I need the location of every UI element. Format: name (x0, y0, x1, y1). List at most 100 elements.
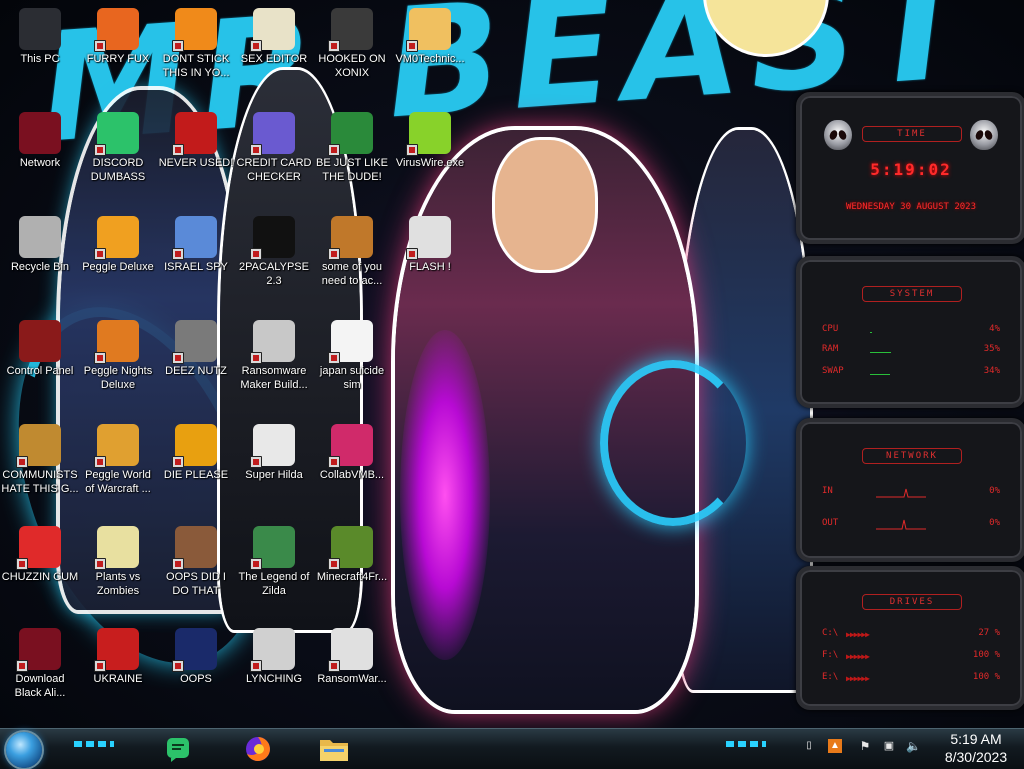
desktop-icon-label: VirusWire.exe (395, 157, 465, 169)
portrait-icon (172, 526, 217, 570)
desktop-icon[interactable]: This PC (0, 2, 80, 97)
desktop-icon[interactable]: CollabVMB... (312, 418, 392, 513)
desktop-icon-label: LYNCHING (245, 673, 303, 685)
beaver-icon (328, 216, 373, 260)
taskbar-clock[interactable]: 5:19 AM 8/30/2023 (936, 730, 1016, 766)
wallpaper-magic-glow (400, 330, 490, 660)
drive-letter: E:\ (822, 672, 839, 682)
shortcut-arrow-icon (94, 660, 106, 672)
desktop-icon[interactable]: VirusWire.exe (390, 106, 470, 201)
credit-card-icon (250, 112, 295, 156)
shortcut-arrow-icon (94, 248, 106, 260)
shortcut-arrow-icon (406, 40, 418, 52)
desktop-icon[interactable]: Network (0, 106, 80, 201)
volume-icon[interactable]: 🔈 (906, 739, 921, 753)
system-row-label: RAM (822, 344, 839, 354)
taskbar-date: 8/30/2023 (944, 749, 1008, 765)
desktop-icon[interactable]: FLASH ! (390, 210, 470, 305)
desktop-icon[interactable]: Peggle Deluxe (78, 210, 158, 305)
shortcut-arrow-icon (172, 352, 184, 364)
system-row-value: 34% (983, 366, 1000, 376)
green-chat-icon (94, 112, 139, 156)
network-icon[interactable]: ▣ (882, 739, 896, 753)
desktop-icon[interactable]: 2PACALYPSE 2.3 (234, 210, 314, 305)
desktop-icon[interactable]: CHUZZIN CUM (0, 520, 80, 615)
desktop-icon[interactable]: DONT STICK THIS IN YO... (156, 2, 236, 97)
desktop-icon[interactable]: ISRAEL SPY (156, 210, 236, 305)
taskbar-app-firefox[interactable] (238, 731, 278, 767)
taskbar-app-green-chat[interactable] (158, 731, 198, 767)
shortcut-arrow-icon (172, 456, 184, 468)
desktop-icon[interactable]: DEEZ NUTZ (156, 314, 236, 409)
desktop-icon[interactable]: RansomWar... (312, 622, 392, 717)
desktop-icon-label: This PC (20, 53, 60, 65)
system-row-value: 4% (989, 324, 1000, 334)
desktop-icon[interactable]: UKRAINE (78, 622, 158, 717)
shortcut-arrow-icon (250, 248, 262, 260)
usb-icon[interactable]: ▯ (802, 739, 816, 753)
desktop-icon[interactable]: DIE PLEASE (156, 418, 236, 513)
peggle-icon (94, 216, 139, 260)
wallpaper-face (495, 140, 595, 270)
drive-letter: F:\ (822, 650, 839, 660)
shortcut-arrow-icon (172, 558, 184, 570)
desktop-icon[interactable]: The Legend of Zilda (234, 520, 314, 615)
desktop-icon-label: ISRAEL SPY (164, 261, 228, 273)
shortcut-arrow-icon (328, 558, 340, 570)
system-row-swap: SWAP 34% (822, 366, 1000, 380)
desktop-icon-label: Super Hilda (245, 469, 303, 481)
shortcut-arrow-icon (328, 40, 340, 52)
alien-orb-icon (16, 628, 61, 672)
drive-usage-value: 27 % (978, 628, 1000, 638)
desktop-icon-label: COMMUNISTS HATE THIS G... (1, 469, 79, 495)
desktop-icon[interactable]: VM0Technic... (390, 2, 470, 97)
desktop-icon[interactable]: HOOKED ON XONIX (312, 2, 392, 97)
desktop-icon[interactable]: Plants vs Zombies (78, 520, 158, 615)
desktop-icon[interactable]: OOPS (156, 622, 236, 717)
desktop-icon[interactable]: japan suicide sim (312, 314, 392, 409)
network-in-row: IN 0% (822, 486, 1000, 500)
terminal-icon (250, 216, 295, 260)
desktop-icon[interactable]: NEVER USED! (156, 106, 236, 201)
desktop-icon[interactable]: BE JUST LIKE THE DUDE! (312, 106, 392, 201)
network-widget-heading: NETWORK (862, 448, 962, 464)
system-usage-bar (870, 374, 890, 375)
taskbar-app-file-explorer[interactable] (314, 731, 354, 767)
desktop-icon-label: Peggle Nights Deluxe (83, 365, 153, 391)
bsod-icon (172, 628, 217, 672)
alien-head-icon (824, 120, 852, 150)
desktop-icon[interactable]: Download Black Ali... (0, 622, 80, 717)
desktop-icon-label: FURRY FUX (86, 53, 150, 65)
shortcut-arrow-icon (172, 660, 184, 672)
desktop-icon[interactable]: LYNCHING (234, 622, 314, 717)
desktop-icon[interactable]: FURRY FUX (78, 2, 158, 97)
start-button[interactable] (6, 732, 42, 768)
desktop-icon[interactable]: DISCORD DUMBASS (78, 106, 158, 201)
desktop-icon-label: The Legend of Zilda (238, 571, 310, 597)
desktop-icon-label: SEX EDITOR (240, 53, 308, 65)
desktop-icon-label: DONT STICK THIS IN YO... (162, 53, 230, 79)
desktop-icon[interactable]: some of you need to ac... (312, 210, 392, 305)
desktop-icon[interactable]: Peggle Nights Deluxe (78, 314, 158, 409)
desktop-icon[interactable]: Peggle World of Warcraft ... (78, 418, 158, 513)
widget-clock-time: 5:19:02 (870, 160, 952, 179)
desktop-icon[interactable]: Ransomware Maker Build... (234, 314, 314, 409)
peggle-nights-icon (94, 320, 139, 364)
taskbar: ▯ ▲ ⚑ ▣ 🔈 5:19 AM 8/30/2023 (0, 728, 1024, 769)
desktop-icon-label: Minecraft4Fr... (316, 571, 388, 583)
flag-icon[interactable]: ⚑ (858, 739, 872, 753)
desktop-icon[interactable]: Minecraft4Fr... (312, 520, 392, 615)
desktop-icon[interactable]: OOPS DID I DO THAT (156, 520, 236, 615)
desktop-icon[interactable]: CREDIT CARD CHECKER (234, 106, 314, 201)
desktop-icon[interactable]: Recycle Bin (0, 210, 80, 305)
network-orb-icon (19, 112, 61, 154)
desktop-icon[interactable]: Control Panel (0, 314, 80, 409)
peggle-wow-icon (94, 424, 139, 468)
desktop-icon-label: some of you need to ac... (321, 261, 383, 287)
desktop-icon[interactable]: Super Hilda (234, 418, 314, 513)
fire-icon[interactable]: ▲ (828, 739, 842, 753)
drive-row: E:\ ▶▶▶▶▶▶ 100 % (822, 672, 1000, 686)
desktop-icon[interactable]: COMMUNISTS HATE THIS G... (0, 418, 80, 513)
desktop-icon[interactable]: SEX EDITOR (234, 2, 314, 97)
taskbar-time: 5:19 AM (950, 731, 1002, 747)
